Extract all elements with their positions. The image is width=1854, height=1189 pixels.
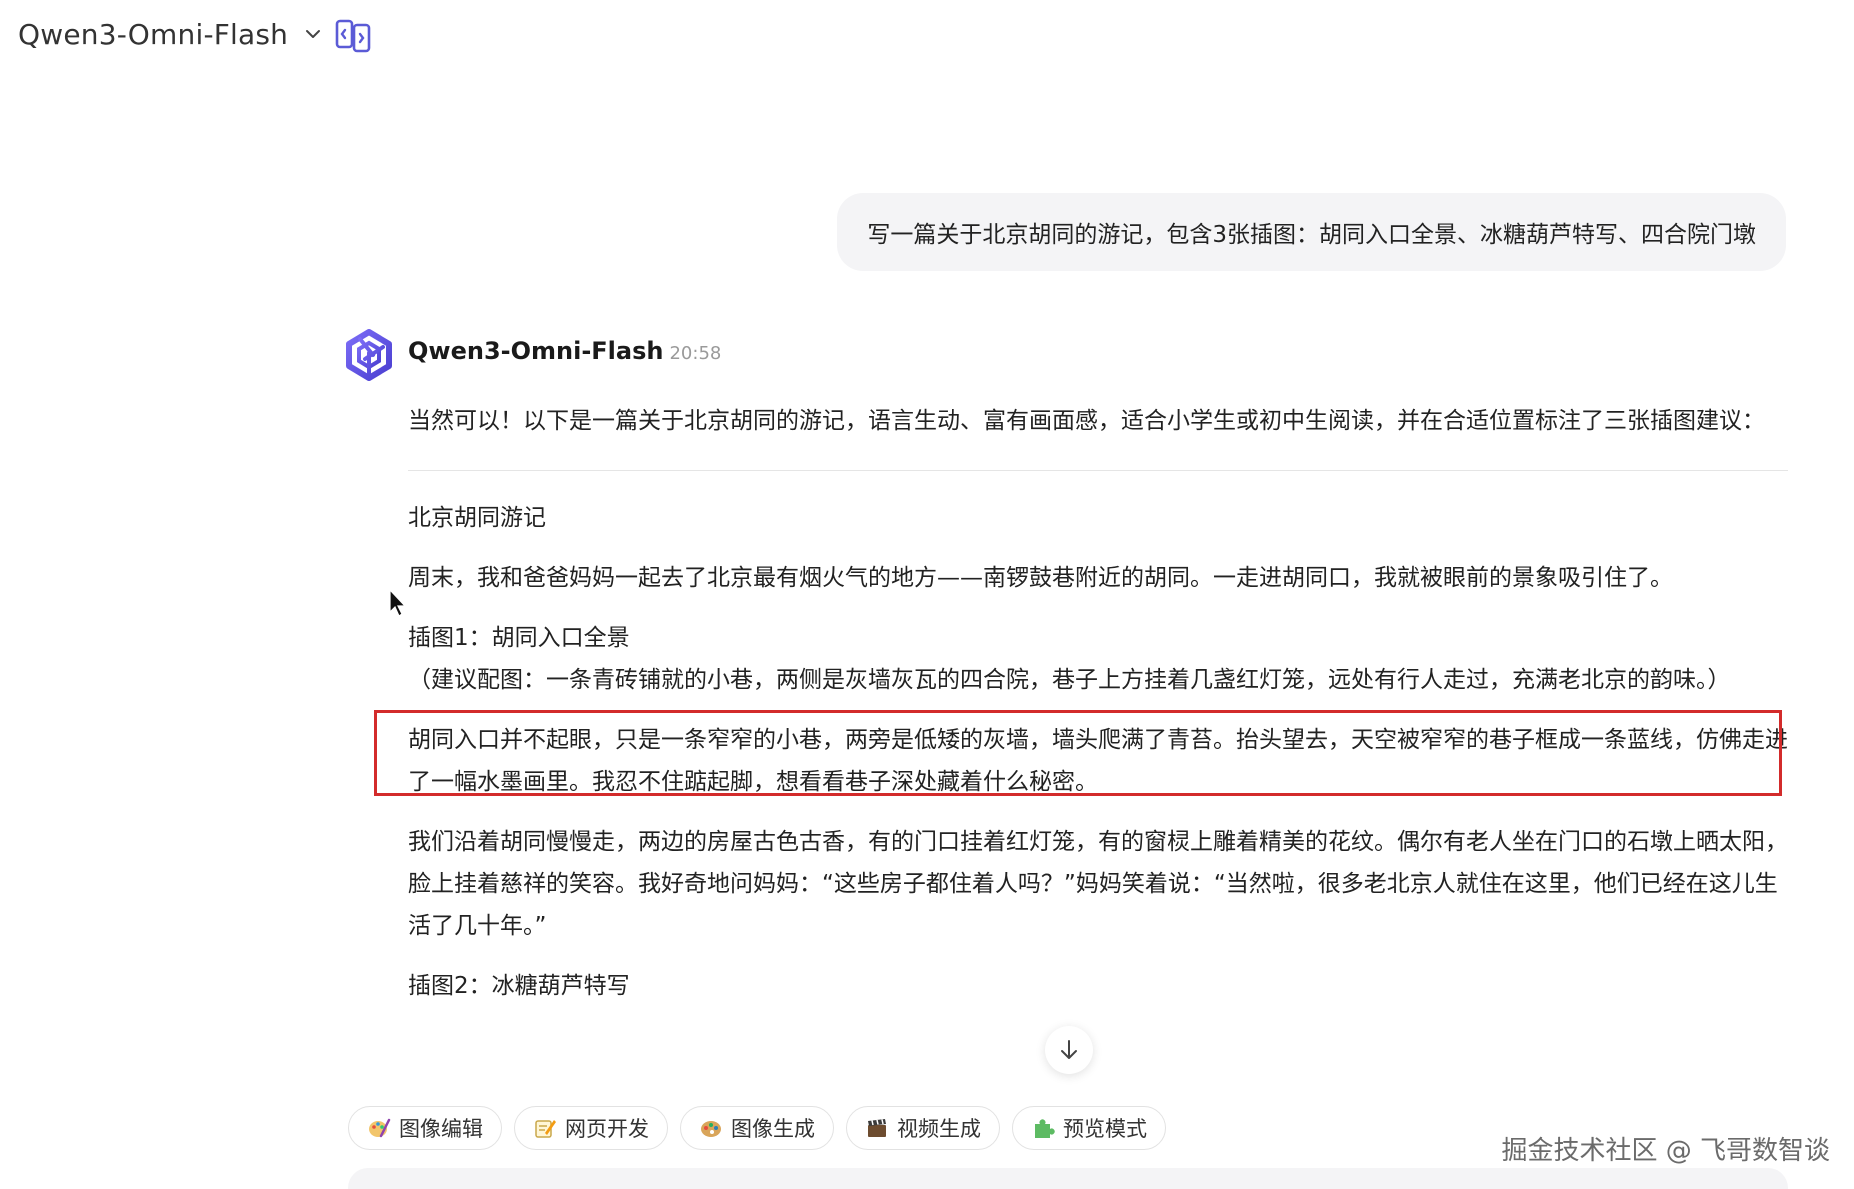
paragraph-1: 周末，我和爸爸妈妈一起去了北京最有烟火气的地方——南锣鼓巷附近的胡同。一走进胡同… (408, 565, 1673, 591)
chip-preview-mode[interactable]: 预览模式 (1012, 1106, 1166, 1150)
assistant-name: Qwen3-Omni-Flash 20:58 (408, 337, 721, 365)
watermark-text: 掘金技术社区 @ 飞哥数智谈 (1501, 1136, 1830, 1166)
feature-chips: 图像编辑 网页开发 图像生成 视频生成 预览模式 (348, 1106, 1166, 1150)
film-clapper-icon (868, 1119, 886, 1137)
chip-label: 视频生成 (897, 1117, 981, 1141)
pencil-note-icon (535, 1120, 556, 1138)
chip-label: 预览模式 (1063, 1117, 1147, 1141)
article-title: 北京胡同游记 (408, 505, 546, 531)
mouse-cursor-icon (389, 588, 407, 617)
illustration-caption-1: 插图1：胡同入口全景 (408, 625, 630, 651)
qwen-logo-icon (346, 329, 392, 381)
user-message: 写一篇关于北京胡同的游记，包含3张插图：胡同入口全景、冰糖葫芦特写、四合院门墩 (837, 193, 1786, 271)
highlight-annotation-box (374, 710, 1782, 796)
message-timestamp: 20:58 (669, 343, 722, 364)
paint-palette-icon (701, 1121, 721, 1137)
palette-brush-icon (369, 1118, 391, 1138)
chip-label: 图像编辑 (399, 1117, 483, 1141)
illustration-suggestion-1: （建议配图：一条青砖铺就的小巷，两侧是灰墙灰瓦的四合院，巷子上方挂着几盏红灯笼，… (408, 667, 1731, 693)
assistant-message: 当然可以！以下是一篇关于北京胡同的游记，语言生动、富有画面感，适合小学生或初中生… (408, 400, 1788, 1007)
model-name[interactable]: Qwen3-Omni-Flash (18, 18, 288, 51)
chip-label: 网页开发 (565, 1117, 649, 1141)
chevron-down-icon[interactable] (304, 25, 322, 43)
illustration-caption-2: 插图2：冰糖葫芦特写 (408, 973, 630, 999)
intro-paragraph: 当然可以！以下是一篇关于北京胡同的游记，语言生动、富有画面感，适合小学生或初中生… (408, 408, 1765, 434)
scroll-to-bottom-button[interactable] (1045, 1026, 1093, 1074)
assistant-name-text: Qwen3-Omni-Flash (408, 337, 664, 365)
chat-input-box[interactable] (348, 1168, 1788, 1189)
puzzle-icon (1035, 1119, 1055, 1138)
chip-web-dev[interactable]: 网页开发 (514, 1106, 668, 1150)
arrow-down-icon (1061, 1040, 1077, 1059)
chip-label: 图像生成 (731, 1117, 815, 1141)
chat-page: Qwen3-Omni-Flash 写一篇关于北京胡同的游记，包含3张插图：胡同入… (0, 0, 1854, 1189)
chip-image-edit[interactable]: 图像编辑 (348, 1106, 502, 1150)
divider (408, 470, 1788, 471)
paragraph-3: 我们沿着胡同慢慢走，两边的房屋古色古香，有的门口挂着红灯笼，有的窗棂上雕着精美的… (408, 829, 1788, 939)
model-selector[interactable]: Qwen3-Omni-Flash (18, 14, 322, 54)
compare-mode-icon[interactable] (334, 16, 372, 54)
chip-image-gen[interactable]: 图像生成 (680, 1106, 834, 1150)
chip-video-gen[interactable]: 视频生成 (846, 1106, 1000, 1150)
